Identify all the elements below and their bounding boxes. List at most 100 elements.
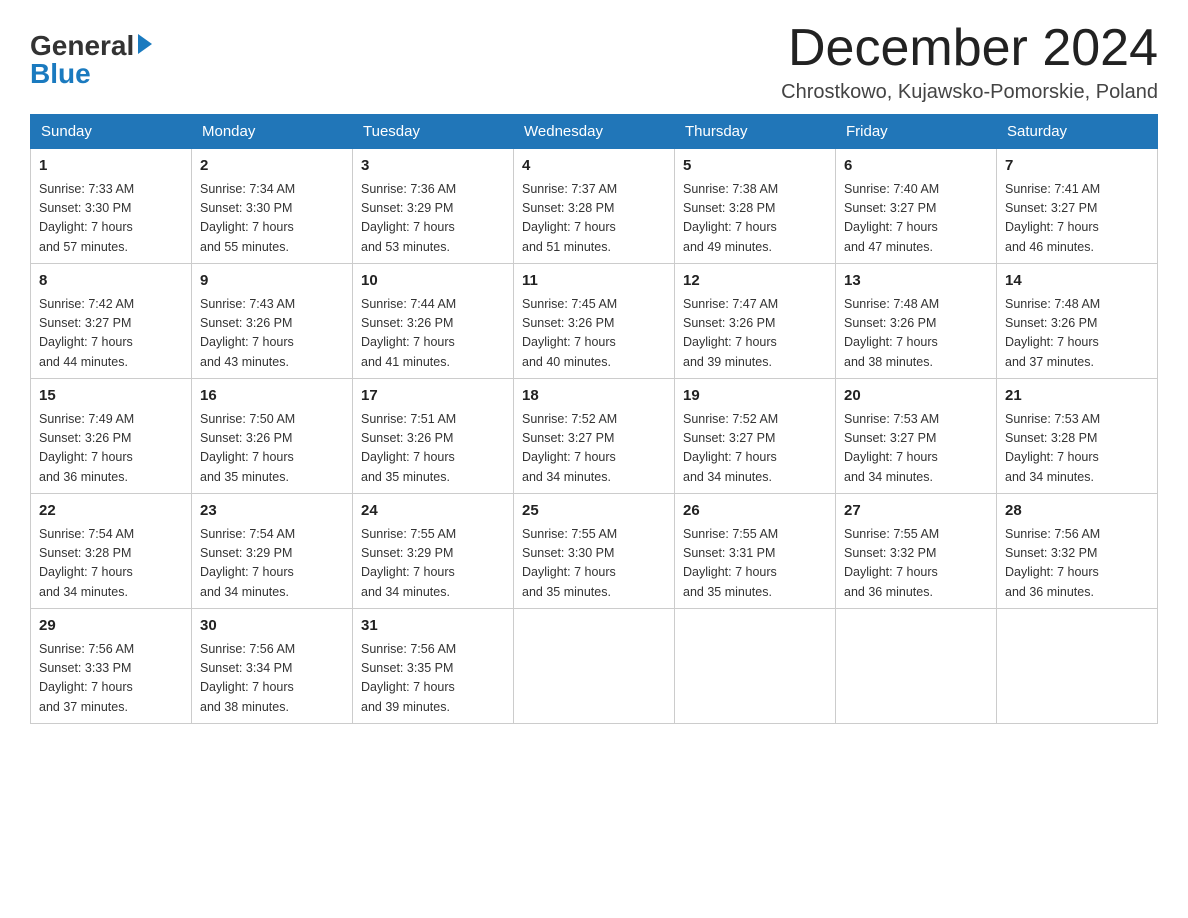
day-info: Sunrise: 7:54 AMSunset: 3:29 PMDaylight:… — [200, 525, 344, 603]
calendar-cell: 8Sunrise: 7:42 AMSunset: 3:27 PMDaylight… — [31, 264, 192, 379]
calendar-cell — [675, 609, 836, 724]
day-number: 19 — [683, 385, 827, 408]
calendar-cell: 31Sunrise: 7:56 AMSunset: 3:35 PMDayligh… — [353, 609, 514, 724]
day-number: 26 — [683, 500, 827, 523]
calendar-week-row: 29Sunrise: 7:56 AMSunset: 3:33 PMDayligh… — [31, 609, 1158, 724]
day-number: 31 — [361, 615, 505, 638]
day-info: Sunrise: 7:44 AMSunset: 3:26 PMDaylight:… — [361, 295, 505, 373]
day-number: 5 — [683, 155, 827, 178]
calendar-cell: 2Sunrise: 7:34 AMSunset: 3:30 PMDaylight… — [192, 149, 353, 264]
day-info: Sunrise: 7:43 AMSunset: 3:26 PMDaylight:… — [200, 295, 344, 373]
day-number: 1 — [39, 155, 183, 178]
calendar-cell: 7Sunrise: 7:41 AMSunset: 3:27 PMDaylight… — [997, 149, 1158, 264]
calendar-cell: 30Sunrise: 7:56 AMSunset: 3:34 PMDayligh… — [192, 609, 353, 724]
calendar-cell: 13Sunrise: 7:48 AMSunset: 3:26 PMDayligh… — [836, 264, 997, 379]
day-number: 2 — [200, 155, 344, 178]
calendar-cell: 24Sunrise: 7:55 AMSunset: 3:29 PMDayligh… — [353, 494, 514, 609]
day-number: 25 — [522, 500, 666, 523]
logo-triangle-icon — [138, 34, 152, 54]
day-info: Sunrise: 7:42 AMSunset: 3:27 PMDaylight:… — [39, 295, 183, 373]
day-number: 3 — [361, 155, 505, 178]
day-info: Sunrise: 7:49 AMSunset: 3:26 PMDaylight:… — [39, 410, 183, 488]
day-info: Sunrise: 7:41 AMSunset: 3:27 PMDaylight:… — [1005, 180, 1149, 258]
calendar-cell: 5Sunrise: 7:38 AMSunset: 3:28 PMDaylight… — [675, 149, 836, 264]
day-header-thursday: Thursday — [675, 115, 836, 149]
calendar-cell: 14Sunrise: 7:48 AMSunset: 3:26 PMDayligh… — [997, 264, 1158, 379]
calendar-cell — [997, 609, 1158, 724]
calendar-cell: 9Sunrise: 7:43 AMSunset: 3:26 PMDaylight… — [192, 264, 353, 379]
logo-blue-text: Blue — [30, 58, 91, 90]
calendar-week-row: 22Sunrise: 7:54 AMSunset: 3:28 PMDayligh… — [31, 494, 1158, 609]
calendar-cell: 25Sunrise: 7:55 AMSunset: 3:30 PMDayligh… — [514, 494, 675, 609]
calendar-cell: 26Sunrise: 7:55 AMSunset: 3:31 PMDayligh… — [675, 494, 836, 609]
calendar-cell: 4Sunrise: 7:37 AMSunset: 3:28 PMDaylight… — [514, 149, 675, 264]
calendar-cell: 3Sunrise: 7:36 AMSunset: 3:29 PMDaylight… — [353, 149, 514, 264]
day-info: Sunrise: 7:38 AMSunset: 3:28 PMDaylight:… — [683, 180, 827, 258]
day-number: 27 — [844, 500, 988, 523]
day-number: 24 — [361, 500, 505, 523]
calendar-cell — [514, 609, 675, 724]
day-info: Sunrise: 7:40 AMSunset: 3:27 PMDaylight:… — [844, 180, 988, 258]
day-number: 28 — [1005, 500, 1149, 523]
day-number: 11 — [522, 270, 666, 293]
day-info: Sunrise: 7:34 AMSunset: 3:30 PMDaylight:… — [200, 180, 344, 258]
day-number: 6 — [844, 155, 988, 178]
day-number: 16 — [200, 385, 344, 408]
calendar-cell: 18Sunrise: 7:52 AMSunset: 3:27 PMDayligh… — [514, 379, 675, 494]
calendar-cell — [836, 609, 997, 724]
day-info: Sunrise: 7:55 AMSunset: 3:31 PMDaylight:… — [683, 525, 827, 603]
day-number: 30 — [200, 615, 344, 638]
calendar-cell: 19Sunrise: 7:52 AMSunset: 3:27 PMDayligh… — [675, 379, 836, 494]
calendar-cell: 21Sunrise: 7:53 AMSunset: 3:28 PMDayligh… — [997, 379, 1158, 494]
calendar-week-row: 1Sunrise: 7:33 AMSunset: 3:30 PMDaylight… — [31, 149, 1158, 264]
calendar-cell: 1Sunrise: 7:33 AMSunset: 3:30 PMDaylight… — [31, 149, 192, 264]
calendar-cell: 20Sunrise: 7:53 AMSunset: 3:27 PMDayligh… — [836, 379, 997, 494]
calendar-cell: 10Sunrise: 7:44 AMSunset: 3:26 PMDayligh… — [353, 264, 514, 379]
day-info: Sunrise: 7:56 AMSunset: 3:34 PMDaylight:… — [200, 640, 344, 718]
day-header-monday: Monday — [192, 115, 353, 149]
calendar-cell: 22Sunrise: 7:54 AMSunset: 3:28 PMDayligh… — [31, 494, 192, 609]
day-info: Sunrise: 7:53 AMSunset: 3:27 PMDaylight:… — [844, 410, 988, 488]
day-info: Sunrise: 7:48 AMSunset: 3:26 PMDaylight:… — [1005, 295, 1149, 373]
day-number: 15 — [39, 385, 183, 408]
calendar-cell: 17Sunrise: 7:51 AMSunset: 3:26 PMDayligh… — [353, 379, 514, 494]
day-info: Sunrise: 7:47 AMSunset: 3:26 PMDaylight:… — [683, 295, 827, 373]
month-title: December 2024 — [781, 20, 1158, 77]
day-number: 4 — [522, 155, 666, 178]
day-info: Sunrise: 7:48 AMSunset: 3:26 PMDaylight:… — [844, 295, 988, 373]
day-info: Sunrise: 7:33 AMSunset: 3:30 PMDaylight:… — [39, 180, 183, 258]
day-info: Sunrise: 7:53 AMSunset: 3:28 PMDaylight:… — [1005, 410, 1149, 488]
day-number: 17 — [361, 385, 505, 408]
day-info: Sunrise: 7:55 AMSunset: 3:32 PMDaylight:… — [844, 525, 988, 603]
day-info: Sunrise: 7:50 AMSunset: 3:26 PMDaylight:… — [200, 410, 344, 488]
calendar-cell: 29Sunrise: 7:56 AMSunset: 3:33 PMDayligh… — [31, 609, 192, 724]
day-number: 10 — [361, 270, 505, 293]
day-number: 29 — [39, 615, 183, 638]
day-number: 8 — [39, 270, 183, 293]
day-number: 14 — [1005, 270, 1149, 293]
day-info: Sunrise: 7:45 AMSunset: 3:26 PMDaylight:… — [522, 295, 666, 373]
day-number: 22 — [39, 500, 183, 523]
day-info: Sunrise: 7:55 AMSunset: 3:29 PMDaylight:… — [361, 525, 505, 603]
calendar-week-row: 8Sunrise: 7:42 AMSunset: 3:27 PMDaylight… — [31, 264, 1158, 379]
calendar-cell: 16Sunrise: 7:50 AMSunset: 3:26 PMDayligh… — [192, 379, 353, 494]
day-info: Sunrise: 7:37 AMSunset: 3:28 PMDaylight:… — [522, 180, 666, 258]
calendar-cell: 23Sunrise: 7:54 AMSunset: 3:29 PMDayligh… — [192, 494, 353, 609]
logo: General Blue — [30, 30, 152, 90]
day-header-friday: Friday — [836, 115, 997, 149]
day-number: 18 — [522, 385, 666, 408]
day-info: Sunrise: 7:52 AMSunset: 3:27 PMDaylight:… — [683, 410, 827, 488]
day-number: 21 — [1005, 385, 1149, 408]
calendar-table: SundayMondayTuesdayWednesdayThursdayFrid… — [30, 114, 1158, 724]
calendar-week-row: 15Sunrise: 7:49 AMSunset: 3:26 PMDayligh… — [31, 379, 1158, 494]
day-info: Sunrise: 7:51 AMSunset: 3:26 PMDaylight:… — [361, 410, 505, 488]
day-header-wednesday: Wednesday — [514, 115, 675, 149]
day-number: 13 — [844, 270, 988, 293]
day-number: 7 — [1005, 155, 1149, 178]
calendar-cell: 27Sunrise: 7:55 AMSunset: 3:32 PMDayligh… — [836, 494, 997, 609]
calendar-cell: 15Sunrise: 7:49 AMSunset: 3:26 PMDayligh… — [31, 379, 192, 494]
day-number: 9 — [200, 270, 344, 293]
location-title: Chrostkowo, Kujawsko-Pomorskie, Poland — [781, 81, 1158, 104]
day-info: Sunrise: 7:56 AMSunset: 3:35 PMDaylight:… — [361, 640, 505, 718]
day-info: Sunrise: 7:54 AMSunset: 3:28 PMDaylight:… — [39, 525, 183, 603]
